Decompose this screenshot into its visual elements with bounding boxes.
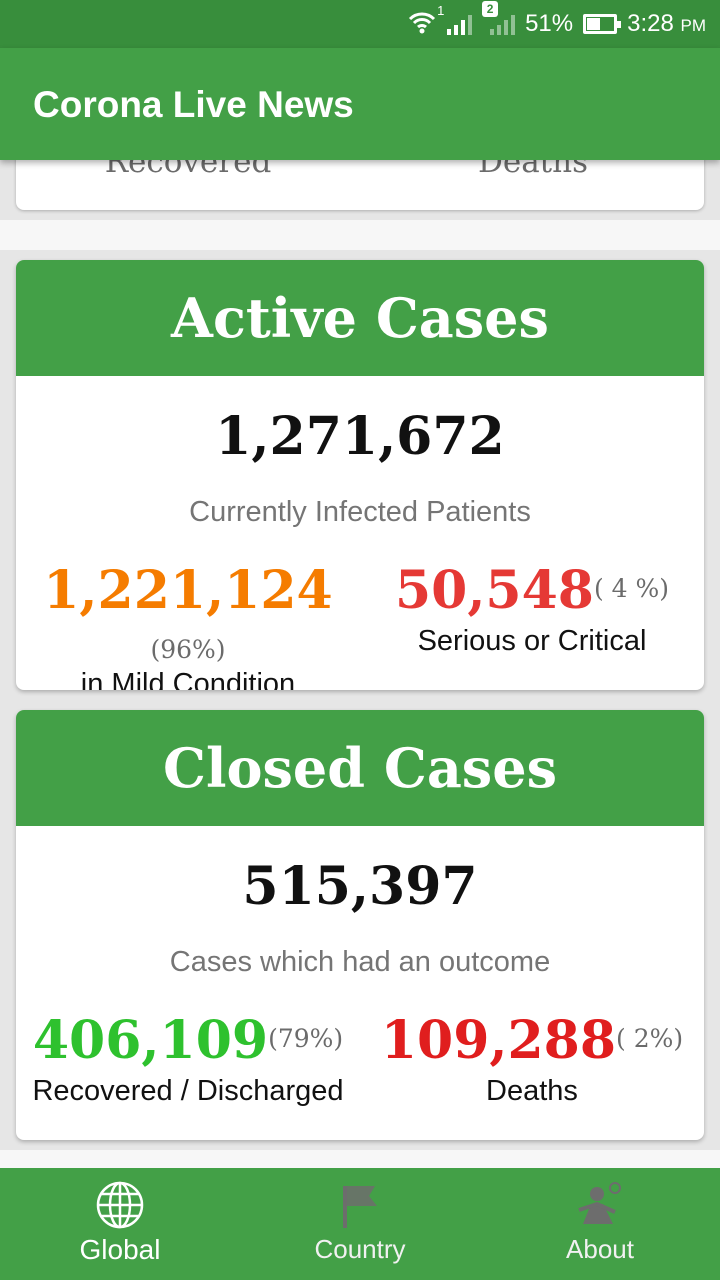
clock-ampm: PM: [680, 16, 707, 35]
section-divider-bottom: [0, 1150, 720, 1168]
sim2-signal-icon: 2: [482, 1, 516, 35]
nav-about[interactable]: About: [480, 1168, 720, 1280]
status-icons: 1 2 51% 3:28 PM: [407, 0, 706, 48]
nav-country-label: Country: [314, 1234, 406, 1264]
battery-percent: 51%: [525, 10, 574, 37]
nav-about-label: About: [566, 1234, 634, 1264]
sim2-label: 2: [482, 1, 499, 17]
deaths-stat: 109,288( 2%) Deaths: [360, 1010, 704, 1108]
closed-cases-subtitle: Cases which had an outcome: [169, 946, 551, 978]
mild-percent: (96%): [150, 635, 226, 664]
closed-cases-card: Closed Cases 515,397 Cases which had an …: [16, 710, 704, 1140]
person-icon: [578, 1182, 621, 1224]
clock-time: 3:28: [627, 10, 674, 37]
active-cases-title: Active Cases: [16, 260, 704, 376]
active-cases-total: 1,271,672: [215, 406, 505, 467]
section-divider: [0, 220, 720, 250]
sim1-signal-icon: 1: [437, 3, 473, 35]
app-bar: Corona Live News: [0, 48, 720, 160]
clock: 3:28 PM: [627, 10, 706, 38]
deaths-label: Deaths: [477, 160, 589, 180]
globe-icon: [96, 1181, 144, 1229]
summary-card-partial: Recovered Deaths: [16, 160, 704, 210]
sim1-label: 1: [437, 3, 445, 18]
mild-condition-stat: 1,221,124 (96%) in Mild Condition: [16, 560, 360, 690]
main-content[interactable]: Recovered Deaths Active Cases 1,271,672 …: [0, 160, 720, 1168]
closed-cases-total: 515,397: [242, 856, 478, 917]
recovered-label: Recovered: [104, 160, 272, 180]
battery-icon: [583, 14, 622, 34]
recovered-value: 406,109: [32, 1010, 269, 1071]
nav-country[interactable]: Country: [240, 1168, 480, 1280]
bottom-navigation: Global Country About: [0, 1168, 720, 1280]
active-cases-subtitle: Currently Infected Patients: [189, 496, 531, 528]
serious-critical-stat: 50,548( 4 %) Serious or Critical: [360, 560, 704, 658]
deaths-percent: ( 2%): [616, 1024, 684, 1053]
mild-label: in Mild Condition: [80, 668, 296, 690]
status-bar: 1 2 51% 3:28 PM: [0, 0, 720, 48]
serious-value: 50,548: [394, 560, 594, 621]
recovered-stat-label: Recovered / Discharged: [32, 1075, 344, 1107]
recovered-stat: 406,109(79%) Recovered / Discharged: [16, 1010, 360, 1108]
deaths-value: 109,288: [380, 1010, 617, 1071]
active-cases-card: Active Cases 1,271,672 Currently Infecte…: [16, 260, 704, 690]
closed-cases-title: Closed Cases: [16, 710, 704, 826]
flag-icon: [343, 1186, 377, 1228]
serious-label: Serious or Critical: [417, 625, 647, 657]
recovered-percent: (79%): [268, 1024, 344, 1053]
serious-percent: ( 4 %): [593, 574, 670, 603]
nav-global[interactable]: Global: [0, 1168, 240, 1280]
mild-value: 1,221,124: [43, 560, 333, 621]
deaths-stat-label: Deaths: [486, 1075, 578, 1107]
nav-global-label: Global: [79, 1234, 161, 1265]
wifi-icon: [409, 12, 436, 34]
app-title: Corona Live News: [33, 84, 354, 125]
